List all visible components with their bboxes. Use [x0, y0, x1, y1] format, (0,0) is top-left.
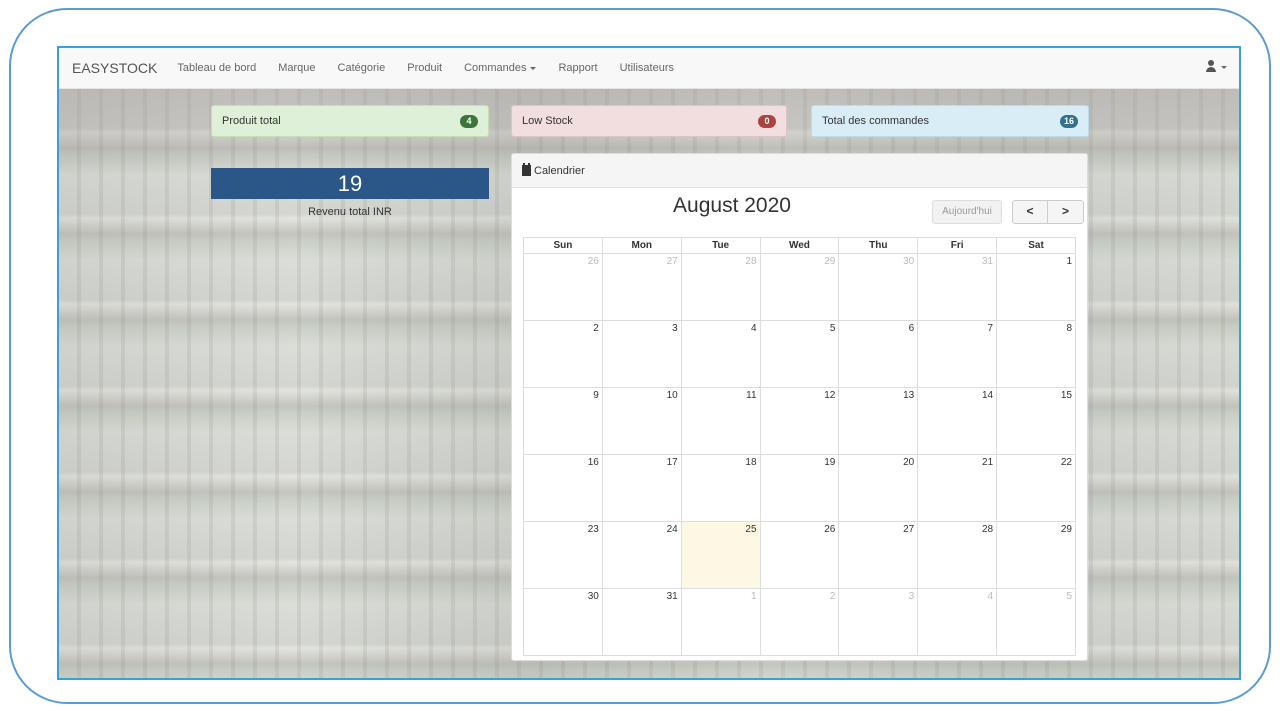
- calendar-grid: Sun Mon Tue Wed Thu Fri Sat 26 27 28 29 30 31 1 2 3 4 5 6…: [523, 237, 1076, 656]
- calendar-day[interactable]: 13: [838, 387, 919, 455]
- nav-commandes-label: Commandes: [464, 62, 527, 74]
- calendar-day[interactable]: 31: [917, 253, 998, 321]
- calendar-day[interactable]: 16: [523, 454, 603, 522]
- stat-low-stock-title: Low Stock: [522, 115, 573, 127]
- weekday-header: Tue: [680, 237, 761, 254]
- next-month-button[interactable]: >: [1048, 200, 1084, 224]
- calendar-day[interactable]: 11: [680, 387, 761, 455]
- calendar-day[interactable]: 7: [917, 320, 998, 388]
- nav-categorie[interactable]: Catégorie: [338, 62, 386, 74]
- calendar-day[interactable]: 20: [838, 454, 919, 522]
- calendar-day[interactable]: 2: [759, 588, 840, 656]
- nav-commandes-dropdown[interactable]: Commandes: [464, 62, 537, 74]
- stat-low-stock[interactable]: Low Stock 0: [511, 105, 787, 137]
- calendar-day[interactable]: 1: [996, 253, 1076, 321]
- calendar-day[interactable]: 1: [680, 588, 761, 656]
- app-window: EASYSTOCK Tableau de bord Marque Catégor…: [57, 46, 1241, 680]
- caret-down-icon: [1221, 65, 1227, 69]
- stat-total-commandes[interactable]: Total des commandes 16: [811, 105, 1089, 137]
- calendar-panel-title: Calendrier: [534, 164, 585, 177]
- user-icon: [1205, 60, 1217, 74]
- weekday-header: Mon: [601, 237, 682, 254]
- calendar-day[interactable]: 2: [523, 320, 603, 388]
- revenue-value: 19: [211, 168, 489, 199]
- calendar-day[interactable]: 18: [680, 454, 761, 522]
- calendar-body: 26 27 28 29 30 31 1 2 3 4 5 6 7 8 9 10 11 12 13 14 15 16 17 18 1…: [523, 253, 1076, 656]
- calendar-day[interactable]: 19: [759, 454, 840, 522]
- weekday-header-row: Sun Mon Tue Wed Thu Fri Sat: [523, 237, 1076, 254]
- calendar-panel: Calendrier August 2020 Aujourd'hui < > S…: [511, 153, 1088, 661]
- calendar-week-row: 2345678: [523, 320, 1076, 388]
- calendar-day[interactable]: 30: [523, 588, 603, 656]
- stat-produit-total-title: Produit total: [222, 115, 281, 127]
- calendar-week-row: 9 10 11 12 13 14 15: [523, 387, 1076, 455]
- calendar-day[interactable]: 17: [601, 454, 682, 522]
- calendar-day[interactable]: 8: [996, 320, 1076, 388]
- calendar-day[interactable]: 26: [523, 253, 603, 321]
- calendar-day[interactable]: 5: [759, 320, 840, 388]
- calendar-day-today[interactable]: 25: [680, 521, 761, 589]
- weekday-header: Wed: [759, 237, 840, 254]
- caret-down-icon: [530, 66, 537, 70]
- calendar-day[interactable]: 30: [838, 253, 919, 321]
- calendar-month-title: August 2020: [673, 194, 791, 217]
- nav-utilisateurs[interactable]: Utilisateurs: [620, 62, 674, 74]
- calendar-day[interactable]: 15: [996, 387, 1076, 455]
- navbar: EASYSTOCK Tableau de bord Marque Catégor…: [59, 48, 1239, 89]
- calendar-day[interactable]: 22: [996, 454, 1076, 522]
- weekday-header: Fri: [917, 237, 998, 254]
- calendar-day[interactable]: 31: [601, 588, 682, 656]
- calendar-day[interactable]: 28: [680, 253, 761, 321]
- calendar-day[interactable]: 24: [601, 521, 682, 589]
- stat-produit-total-badge: 4: [460, 114, 478, 128]
- calendar-day[interactable]: 28: [917, 521, 998, 589]
- user-menu[interactable]: [1205, 60, 1227, 74]
- nav-rapport[interactable]: Rapport: [558, 62, 597, 74]
- calendar-day[interactable]: 21: [917, 454, 998, 522]
- calendar-week-row: 30 31 1 2 3 4 5: [523, 588, 1076, 656]
- calendar-day[interactable]: 23: [523, 521, 603, 589]
- calendar-day[interactable]: 3: [838, 588, 919, 656]
- prev-month-button[interactable]: <: [1012, 200, 1048, 224]
- revenue-label: Revenu total INR: [308, 206, 392, 218]
- stat-low-stock-badge: 0: [758, 114, 776, 128]
- calendar-day[interactable]: 12: [759, 387, 840, 455]
- calendar-icon: [522, 163, 531, 176]
- nav-tableau-de-bord[interactable]: Tableau de bord: [177, 62, 256, 74]
- calendar-day[interactable]: 29: [996, 521, 1076, 589]
- calendar-day[interactable]: 29: [759, 253, 840, 321]
- nav-produit[interactable]: Produit: [407, 62, 442, 74]
- calendar-day[interactable]: 27: [601, 253, 682, 321]
- brand-link[interactable]: EASYSTOCK: [72, 60, 157, 76]
- calendar-day[interactable]: 3: [601, 320, 682, 388]
- calendar-day[interactable]: 14: [917, 387, 998, 455]
- calendar-week-row: 23 24 25 26 27 28 29: [523, 521, 1076, 589]
- calendar-day[interactable]: 5: [996, 588, 1076, 656]
- calendar-day[interactable]: 4: [680, 320, 761, 388]
- calendar-panel-header: Calendrier: [512, 154, 1087, 188]
- weekday-header: Sun: [523, 237, 603, 254]
- weekday-header: Sat: [996, 237, 1076, 254]
- calendar-day[interactable]: 4: [917, 588, 998, 656]
- calendar-day[interactable]: 26: [759, 521, 840, 589]
- calendar-day[interactable]: 9: [523, 387, 603, 455]
- weekday-header: Thu: [838, 237, 919, 254]
- stat-total-commandes-title: Total des commandes: [822, 115, 929, 127]
- stat-produit-total[interactable]: Produit total 4: [211, 105, 489, 137]
- stat-total-commandes-badge: 16: [1059, 114, 1078, 128]
- calendar-day[interactable]: 10: [601, 387, 682, 455]
- nav-marque[interactable]: Marque: [278, 62, 315, 74]
- today-button[interactable]: Aujourd'hui: [932, 200, 1002, 224]
- calendar-day[interactable]: 27: [838, 521, 919, 589]
- calendar-week-row: 16 17 18 19 20 21 22: [523, 454, 1076, 522]
- calendar-week-row: 26 27 28 29 30 31 1: [523, 253, 1076, 321]
- calendar-day[interactable]: 6: [838, 320, 919, 388]
